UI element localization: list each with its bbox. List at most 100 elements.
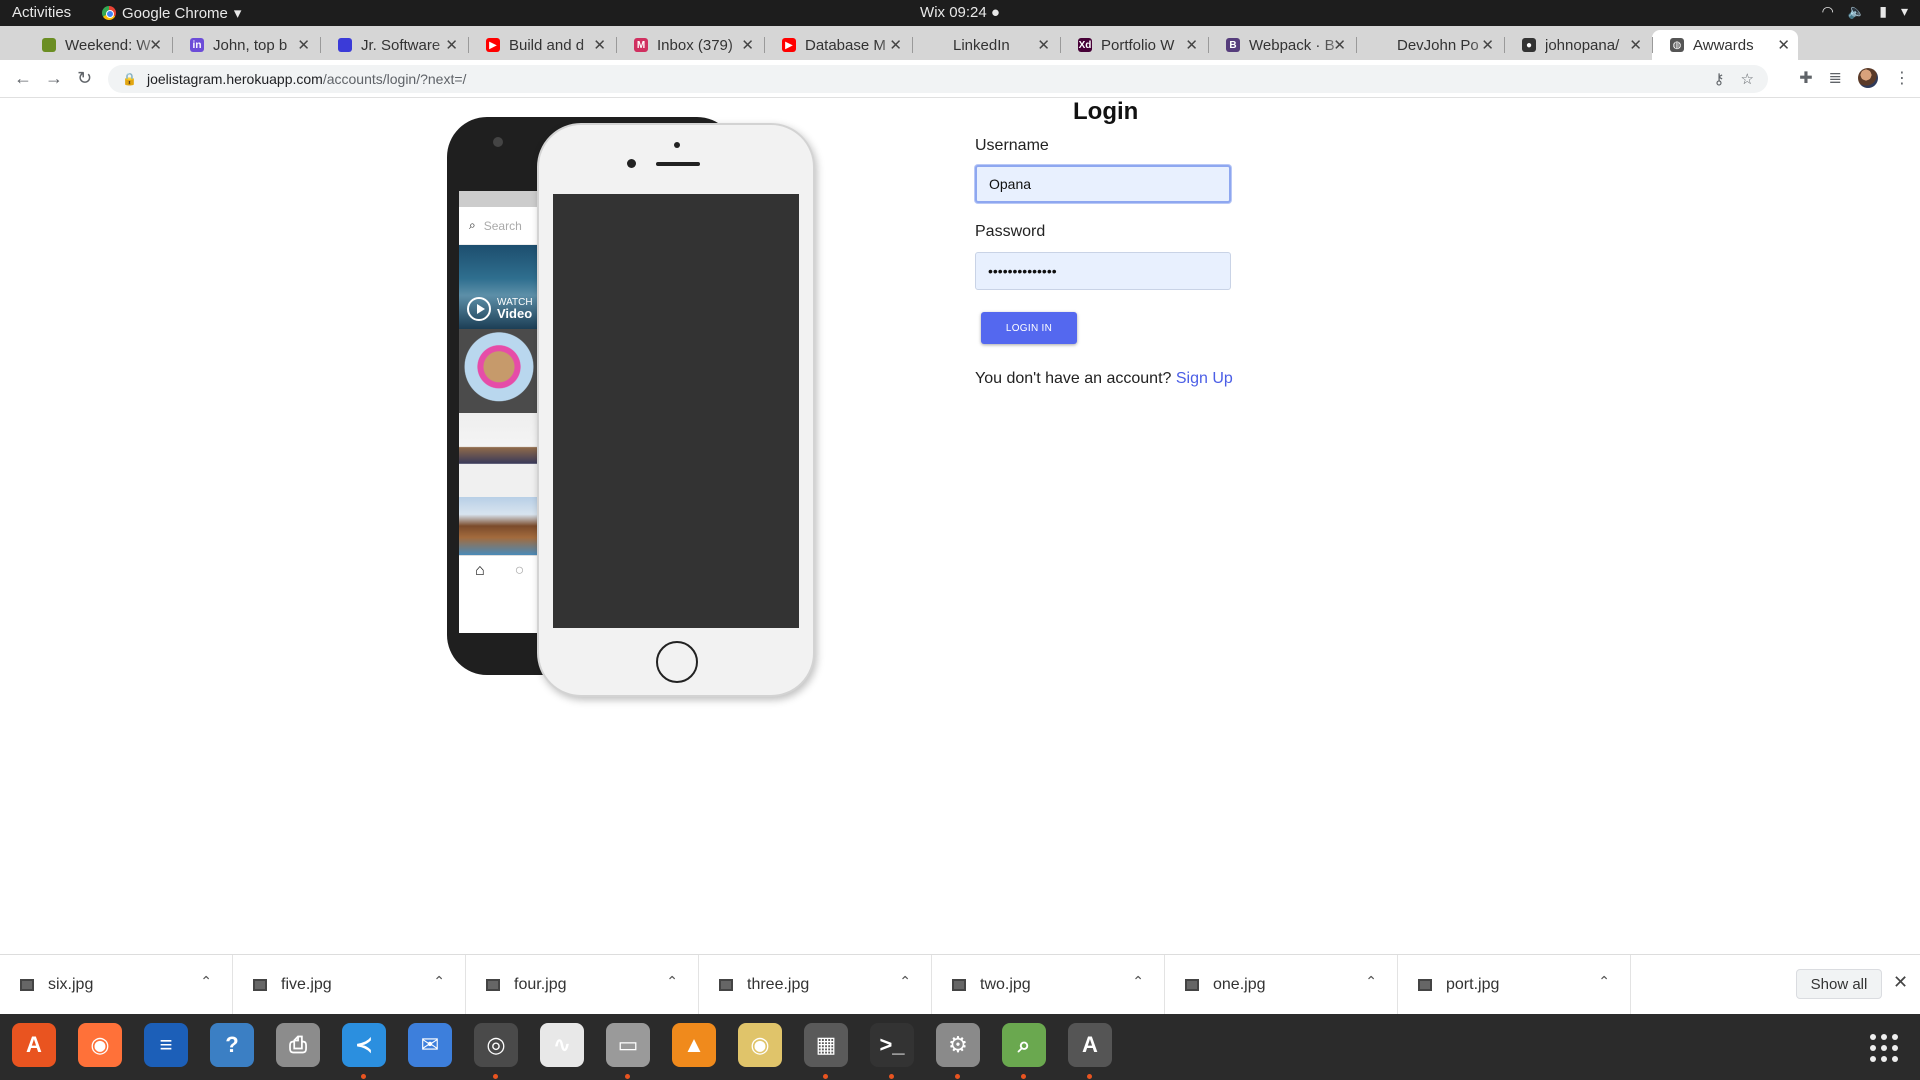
thunderbird-icon[interactable]: ✉: [408, 1023, 452, 1067]
browser-tab[interactable]: LinkedIn ✕: [912, 30, 1058, 60]
chevron-up-icon[interactable]: ⌃: [666, 973, 678, 990]
bookmark-star-icon[interactable]: ☆: [1741, 70, 1754, 88]
login-button[interactable]: Login In: [981, 312, 1077, 344]
tab-favicon-icon: [930, 38, 944, 52]
download-filename: two.jpg: [980, 976, 1031, 993]
tab-close-icon[interactable]: ✕: [1481, 36, 1494, 54]
updater-icon[interactable]: A: [1068, 1023, 1112, 1067]
chevron-down-icon[interactable]: ▾: [1901, 3, 1908, 20]
tab-close-icon[interactable]: ✕: [149, 36, 162, 54]
image-file-icon: [1418, 979, 1432, 991]
browser-tab[interactable]: Jr. Software ✕: [320, 30, 466, 60]
help-icon[interactable]: ?: [210, 1023, 254, 1067]
show-applications-icon[interactable]: [1870, 1034, 1898, 1062]
chevron-up-icon[interactable]: ⌃: [433, 973, 445, 990]
image-file-icon: [719, 979, 733, 991]
ubuntu-dock: A ◉ ≡? ⎙ ≺ ✉ ◎ ∿ ▭ ▲ ◉ ▦ >_ ⚙ ⌕ A: [0, 1014, 1920, 1080]
browser-tab[interactable]: ▶ Database M ✕: [764, 30, 910, 60]
running-indicator: [955, 1074, 960, 1079]
url-path: /accounts/login/?next=/: [322, 71, 467, 87]
volume-icon[interactable]: 🔈: [1848, 3, 1865, 20]
download-item[interactable]: five.jpg ⌃: [233, 955, 466, 1015]
download-item[interactable]: one.jpg ⌃: [1165, 955, 1398, 1015]
show-all-button[interactable]: Show all: [1796, 969, 1882, 999]
browser-tab[interactable]: Xd Portfolio W ✕: [1060, 30, 1206, 60]
vscode-icon[interactable]: ≺: [342, 1023, 386, 1067]
downloads-shelf: six.jpg ⌃ five.jpg ⌃ four.jpg ⌃ three.jpg ⌃ two.…: [0, 954, 1920, 1015]
back-button[interactable]: ←: [14, 68, 32, 89]
wifi-icon[interactable]: ◠: [1822, 3, 1834, 20]
system-tray[interactable]: ◠ 🔈 ▮ ▾: [1822, 3, 1908, 20]
extensions-icon[interactable]: ✚: [1799, 68, 1812, 88]
running-indicator: [823, 1074, 828, 1079]
phone-search-placeholder: Search: [483, 218, 522, 233]
lock-icon[interactable]: 🔒: [122, 72, 137, 86]
tab-close-icon[interactable]: ✕: [445, 36, 458, 54]
phone-sensor: [674, 142, 680, 148]
key-icon[interactable]: ⚷: [1714, 70, 1725, 88]
chevron-up-icon[interactable]: ⌃: [1598, 973, 1610, 990]
forward-button[interactable]: →: [45, 68, 63, 89]
reading-list-icon[interactable]: ≣: [1829, 68, 1842, 88]
chevron-up-icon[interactable]: ⌃: [1132, 973, 1144, 990]
printer-icon[interactable]: ⎙: [276, 1023, 320, 1067]
clock[interactable]: Wix 09:24 ●: [0, 4, 1920, 21]
software-center-icon[interactable]: A: [12, 1023, 56, 1067]
browser-tab[interactable]: DevJohn Po ✕: [1356, 30, 1502, 60]
phone-speaker: [656, 162, 700, 166]
tab-close-icon[interactable]: ✕: [1777, 36, 1790, 54]
signup-prompt-text: You don't have an account?: [975, 370, 1172, 387]
firefox-icon[interactable]: ◉: [78, 1023, 122, 1067]
chevron-up-icon[interactable]: ⌃: [1365, 973, 1377, 990]
tab-close-icon[interactable]: ✕: [1185, 36, 1198, 54]
video-editor-icon[interactable]: ▦: [804, 1023, 848, 1067]
download-item[interactable]: three.jpg ⌃: [699, 955, 932, 1015]
browser-tab[interactable]: ● johnopana/✕: [1504, 30, 1650, 60]
download-item[interactable]: four.jpg ⌃: [466, 955, 699, 1015]
chevron-up-icon[interactable]: ⌃: [200, 973, 212, 990]
image-file-icon: [486, 979, 500, 991]
tab-close-icon[interactable]: ✕: [741, 36, 754, 54]
username-field[interactable]: [975, 165, 1231, 203]
tab-favicon-icon: B: [1226, 38, 1240, 52]
close-icon[interactable]: ✕: [1893, 972, 1908, 993]
download-item[interactable]: six.jpg ⌃: [0, 955, 233, 1015]
browser-tab[interactable]: ▶ Build and d ✕: [468, 30, 614, 60]
profile-avatar[interactable]: [1858, 68, 1878, 88]
download-item[interactable]: port.jpg ⌃: [1398, 955, 1631, 1015]
tab-close-icon[interactable]: ✕: [593, 36, 606, 54]
browser-tab[interactable]: ◍ Awwards ✕: [1652, 30, 1798, 60]
settings-icon[interactable]: ⚙: [936, 1023, 980, 1067]
running-indicator: [625, 1074, 630, 1079]
evince-icon[interactable]: ∿: [540, 1023, 584, 1067]
chrome-icon[interactable]: ◎: [474, 1023, 518, 1067]
tab-close-icon[interactable]: ✕: [889, 36, 902, 54]
signup-link[interactable]: Sign Up: [1176, 370, 1233, 387]
password-field[interactable]: [975, 252, 1231, 290]
tab-close-icon[interactable]: ✕: [1037, 36, 1050, 54]
phone-camera: [493, 137, 503, 147]
play-icon: [467, 297, 491, 321]
rhythmbox-icon[interactable]: ◉: [738, 1023, 782, 1067]
chevron-up-icon[interactable]: ⌃: [899, 973, 911, 990]
battery-icon[interactable]: ▮: [1879, 3, 1887, 20]
browser-tab[interactable]: B Webpack · B ✕: [1208, 30, 1354, 60]
address-bar[interactable]: 🔒 joelistagram.herokuapp.com/accounts/lo…: [108, 65, 1768, 93]
download-item[interactable]: two.jpg ⌃: [932, 955, 1165, 1015]
files-icon[interactable]: ▭: [606, 1023, 650, 1067]
menu-kebab-icon[interactable]: ⋮: [1894, 68, 1910, 88]
tab-close-icon[interactable]: ✕: [1333, 36, 1346, 54]
writer-icon[interactable]: ≡: [144, 1023, 188, 1067]
tab-close-icon[interactable]: ✕: [297, 36, 310, 54]
tab-favicon-icon: [1374, 38, 1388, 52]
browser-tab[interactable]: M Inbox (379) ✕: [616, 30, 762, 60]
terminal-icon[interactable]: >_: [870, 1023, 914, 1067]
browser-tab[interactable]: in John, top b ✕: [172, 30, 318, 60]
tab-close-icon[interactable]: ✕: [1629, 36, 1642, 54]
image-file-icon: [253, 979, 267, 991]
browser-tab[interactable]: Weekend: W ✕: [24, 30, 170, 60]
image-viewer-icon[interactable]: ⌕: [1002, 1023, 1046, 1067]
reload-button[interactable]: ↻: [77, 68, 92, 89]
vlc-icon[interactable]: ▲: [672, 1023, 716, 1067]
download-filename: one.jpg: [1213, 976, 1266, 993]
